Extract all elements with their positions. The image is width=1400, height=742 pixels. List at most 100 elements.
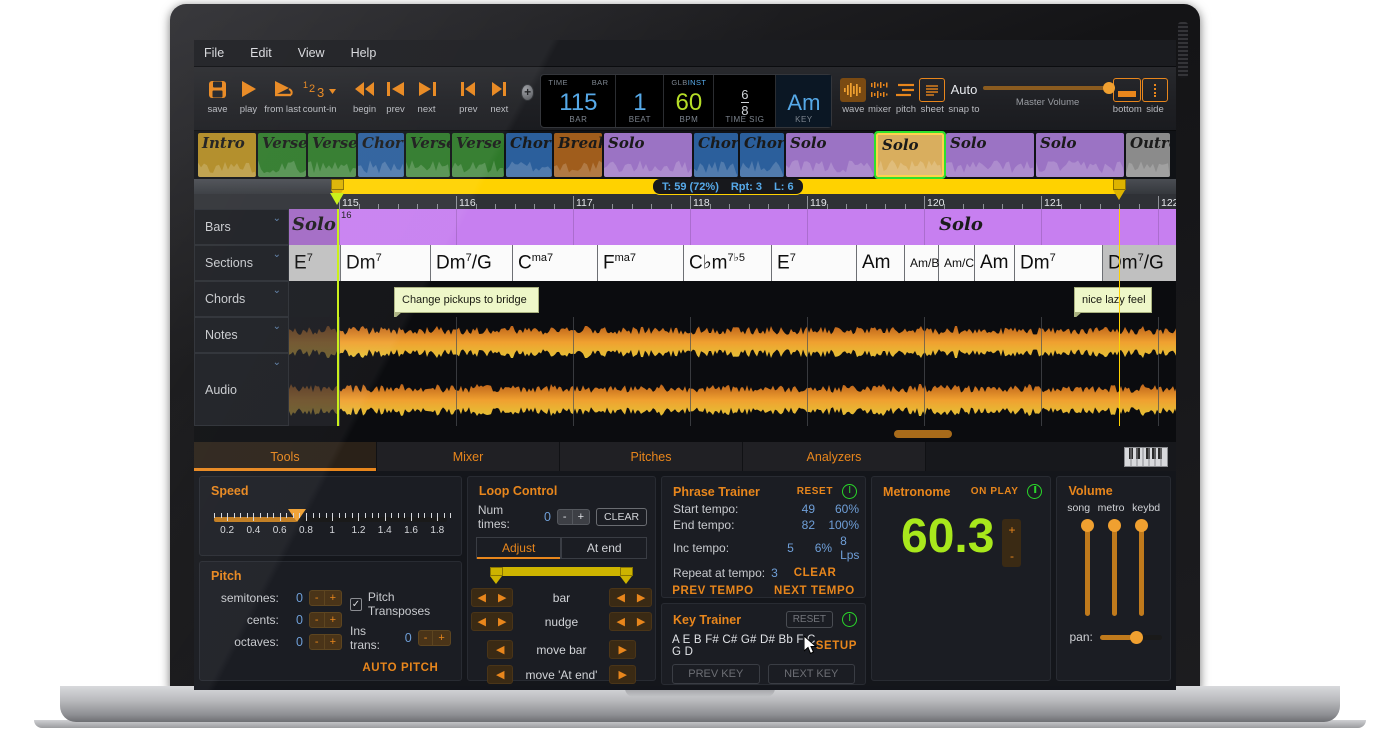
ins-trans-stepper[interactable]: - + [418, 630, 451, 646]
lane-header-bars[interactable]: Bars ⌄ [194, 209, 289, 245]
loop-range-widget[interactable] [490, 567, 633, 583]
chord-cell[interactable]: Am/B [905, 245, 939, 281]
loop-range-end-handle[interactable] [620, 567, 633, 584]
prev-key-button[interactable]: PREV KEY [672, 664, 760, 684]
section-segment[interactable]: Verse [308, 133, 356, 177]
menu-item-help[interactable]: Help [351, 46, 377, 60]
layout-button-bottom[interactable]: bottom [1113, 72, 1142, 115]
lane-header-notes[interactable]: Notes ⌄ [194, 317, 289, 353]
pan-slider[interactable] [1100, 635, 1162, 640]
chevron-down-icon[interactable]: ⌄ [273, 321, 281, 332]
loop-end-handle[interactable] [1113, 179, 1126, 205]
view-button-sheet[interactable]: sheet [919, 72, 945, 115]
loop-nudge-left-prev[interactable]: ◀ [472, 613, 492, 630]
loop-clear-button[interactable]: CLEAR [596, 508, 647, 526]
tab-tools[interactable]: Tools [194, 442, 377, 471]
ins-trans-minus[interactable]: - [419, 631, 433, 645]
move-at-end-left[interactable]: ◀ [487, 665, 513, 684]
chords-lane[interactable]: E7Dm7Dm7/GCma7Fma7C♭m7♭5E7AmAm/BAm/CAmDm… [289, 245, 1176, 281]
num-times-stepper[interactable]: - + [557, 509, 590, 525]
section-segment[interactable]: Verse [406, 133, 450, 177]
speed-thumb[interactable] [288, 509, 306, 522]
chevron-down-icon[interactable]: ⌄ [273, 213, 281, 224]
chord-cell[interactable]: E7 [289, 245, 341, 281]
pitch-cents-stepper[interactable]: - + [309, 612, 342, 628]
prev-bar-button[interactable]: prev [453, 72, 484, 115]
prev-tempo-button[interactable]: PREV TEMPO [672, 585, 753, 597]
view-button-pitch[interactable]: pitch [893, 72, 919, 115]
section-segment[interactable]: Break [554, 133, 602, 177]
metronome-plus[interactable]: + [1008, 523, 1015, 537]
pitch-semitones-minus[interactable]: - [310, 591, 324, 605]
lane-header-audio[interactable]: Audio ⌄ [194, 353, 289, 426]
loop-nudge-right-stepper[interactable]: ◀ ▶ [609, 612, 652, 631]
num-times-plus[interactable]: + [572, 510, 589, 524]
volume-slider-keybd[interactable] [1136, 521, 1146, 616]
sections-lane-prev-block[interactable]: Solo [289, 209, 337, 245]
view-button-wave[interactable]: wave [840, 72, 866, 115]
chevron-down-icon[interactable]: ⌄ [273, 357, 281, 368]
auto-pitch-button[interactable]: AUTO PITCH [362, 662, 438, 674]
section-segment[interactable]: Chorus [358, 133, 404, 177]
section-segment[interactable]: Solo [946, 133, 1034, 177]
pitch-semitones-plus[interactable]: + [324, 591, 341, 605]
speed-slider[interactable]: 0.20.40.60.811.21.41.61.8 [214, 508, 447, 538]
view-button-mixer[interactable]: mixer [866, 72, 892, 115]
move-at-end-right[interactable]: ▶ [609, 665, 635, 684]
lane-header-chords[interactable]: Chords ⌄ [194, 281, 289, 317]
section-segment[interactable]: Solo [604, 133, 692, 177]
ins-trans-plus[interactable]: + [432, 631, 449, 645]
chord-cell[interactable]: Cma7 [513, 245, 598, 281]
lcd-timesig-cell[interactable]: 6 8 TIME SIG [713, 75, 775, 127]
pitch-octaves-stepper[interactable]: - + [309, 634, 342, 650]
phrase-trainer-clear[interactable]: CLEAR [778, 567, 837, 579]
key-trainer-setup[interactable]: SETUP [816, 640, 857, 652]
pitch-octaves-minus[interactable]: - [310, 635, 324, 649]
horizontal-scroll-thumb[interactable] [894, 430, 952, 438]
chord-cell[interactable]: Dm7/G [1103, 245, 1176, 281]
audio-waveform-lane[interactable] [289, 317, 1176, 426]
chord-cell[interactable]: E7 [772, 245, 857, 281]
chord-cell[interactable]: Am [857, 245, 905, 281]
lcd-bar-cell[interactable]: TIME BAR 115 BAR [541, 75, 615, 127]
loop-bar-right-prev[interactable]: ◀ [610, 589, 630, 606]
next-key-button[interactable]: NEXT KEY [768, 664, 856, 684]
chord-cell[interactable]: Dm7 [341, 245, 431, 281]
section-segment[interactable]: Solo [876, 133, 944, 177]
playhead-marker[interactable] [330, 193, 344, 205]
pitch-transposes-checkbox[interactable]: ✓ [350, 598, 362, 611]
snap-to-control[interactable]: Auto snap to [945, 72, 982, 115]
power-icon[interactable] [842, 612, 857, 627]
prev-section-button[interactable]: prev [380, 72, 411, 115]
loop-nudge-right-next[interactable]: ▶ [631, 613, 651, 630]
volume-slider-song[interactable] [1082, 521, 1092, 616]
section-segment[interactable]: Chorus [506, 133, 552, 177]
tab-mixer[interactable]: Mixer [377, 442, 560, 471]
num-times-minus[interactable]: - [558, 510, 572, 524]
layout-button-side[interactable]: side [1142, 72, 1168, 115]
move-bar-left[interactable]: ◀ [487, 640, 513, 659]
chord-cell[interactable]: Dm7 [1015, 245, 1103, 281]
loop-nudge-left-stepper[interactable]: ◀ ▶ [471, 612, 514, 631]
note-label[interactable]: nice lazy feel [1074, 287, 1152, 313]
pitch-semitones-stepper[interactable]: - + [309, 590, 342, 606]
sections-lane[interactable]: Solo16Solo [289, 209, 1176, 245]
loop-tab-at-end[interactable]: At end [561, 537, 647, 559]
loop-nudge-right-prev[interactable]: ◀ [610, 613, 630, 630]
loop-bar-right-next[interactable]: ▶ [631, 589, 651, 606]
pitch-cents-plus[interactable]: + [324, 613, 341, 627]
play-button[interactable]: play [233, 72, 264, 115]
chord-cell[interactable]: Fma7 [598, 245, 684, 281]
section-segment[interactable]: Intro [198, 133, 256, 177]
chord-cell[interactable]: Am/C [939, 245, 975, 281]
section-segment[interactable]: Chorus [740, 133, 784, 177]
pitch-cents-minus[interactable]: - [310, 613, 324, 627]
horizontal-scrollbar[interactable] [194, 426, 1176, 442]
save-button[interactable]: save [202, 72, 233, 115]
loop-bar-left-prev[interactable]: ◀ [472, 589, 492, 606]
section-segment[interactable]: Outro [1126, 133, 1170, 177]
master-volume-slider[interactable]: Master Volume [983, 72, 1113, 108]
add-marker-button[interactable]: + [521, 84, 535, 101]
end-tempo-value[interactable]: 82 [785, 518, 815, 532]
count-in-button[interactable]: 123 count-in [301, 72, 338, 115]
